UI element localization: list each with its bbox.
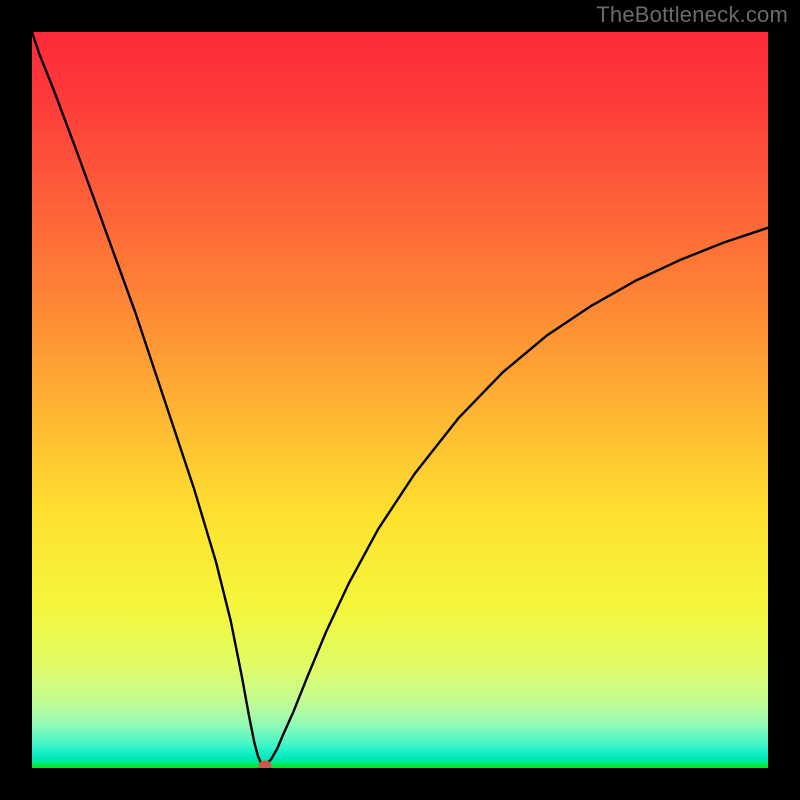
optimal-point-marker bbox=[258, 760, 271, 768]
watermark-text: TheBottleneck.com bbox=[596, 2, 788, 28]
plot-area bbox=[32, 32, 768, 768]
bottleneck-curve bbox=[32, 32, 768, 768]
chart-frame: TheBottleneck.com bbox=[0, 0, 800, 800]
